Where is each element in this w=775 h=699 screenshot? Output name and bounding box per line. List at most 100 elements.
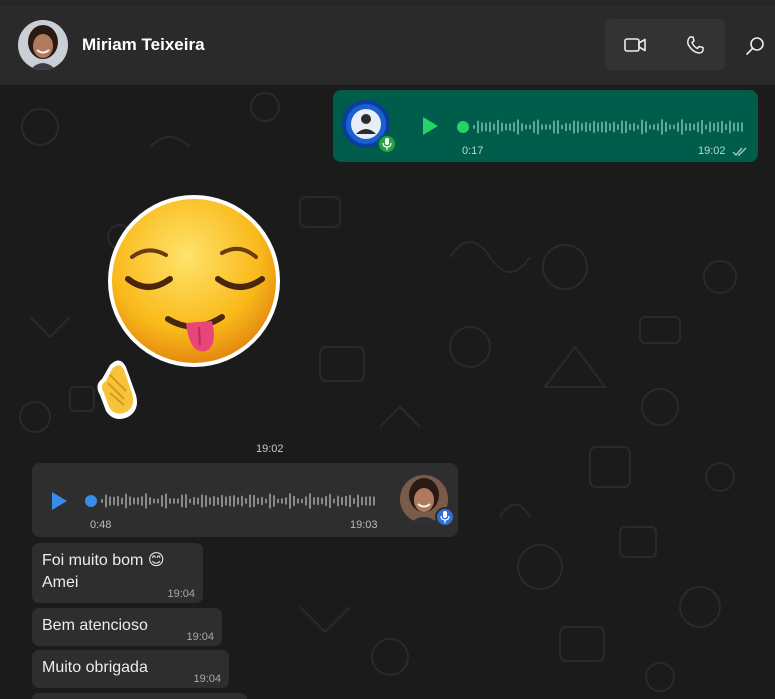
waveform-bar xyxy=(137,497,139,505)
waveform-bar xyxy=(361,496,363,506)
waveform-bar xyxy=(513,122,515,132)
waveform-bar xyxy=(105,494,107,508)
waveform-bar xyxy=(221,494,223,508)
waveform-bar xyxy=(477,120,479,134)
video-call-button[interactable] xyxy=(605,19,665,70)
waveform-bar xyxy=(681,119,683,135)
incoming-text-message[interactable]: Muito obrigada 19:04 xyxy=(32,650,229,688)
waveform-bar xyxy=(537,119,539,135)
emoji-sticker[interactable] xyxy=(82,195,282,435)
waveform-bar xyxy=(261,496,263,506)
waveform-bar xyxy=(193,496,195,506)
video-camera-icon xyxy=(624,37,646,52)
waveform-bar xyxy=(245,497,247,505)
waveform-bar xyxy=(501,122,503,132)
incoming-text-message[interactable]: Foi muito bom 😊 Amei 19:04 xyxy=(32,543,203,603)
waveform-bar xyxy=(721,120,723,134)
waveform-bar xyxy=(129,496,131,506)
waveform-bar xyxy=(529,124,531,130)
waveform-bar xyxy=(625,120,627,134)
waveform-bar xyxy=(593,120,595,134)
waveform-bar xyxy=(621,120,623,134)
waveform-bar xyxy=(725,123,727,131)
waveform-bar xyxy=(717,121,719,133)
waveform-bar xyxy=(153,498,155,504)
waveform-bar xyxy=(533,121,535,133)
waveform-bar xyxy=(173,498,175,504)
waveform-bar xyxy=(649,124,651,130)
audio-duration: 0:17 xyxy=(462,145,484,157)
play-button[interactable] xyxy=(47,489,71,513)
waveform-bar xyxy=(321,497,323,505)
message-time: 19:04 xyxy=(167,588,195,600)
microphone-icon xyxy=(440,511,450,523)
waveform-bar xyxy=(673,124,675,130)
chat-area[interactable]: 0:17 19:02 19:02 0:48 19:03 Foi muito bo… xyxy=(0,87,775,699)
waveform-bar xyxy=(561,124,563,130)
waveform-bar xyxy=(709,121,711,133)
double-check-icon xyxy=(732,147,747,157)
waveform-progress-knob[interactable] xyxy=(85,495,97,507)
waveform-bar xyxy=(161,495,163,507)
waveform-bar xyxy=(505,123,507,131)
waveform-bar xyxy=(481,122,483,132)
waveform-bar xyxy=(337,495,339,507)
waveform-bar xyxy=(201,494,203,508)
audio-waveform[interactable] xyxy=(457,116,749,138)
waveform-bar xyxy=(273,495,275,507)
waveform-bar xyxy=(345,495,347,507)
waveform-bar xyxy=(109,496,111,506)
waveform-bar xyxy=(573,120,575,134)
incoming-text-message-partial[interactable] xyxy=(32,693,247,699)
contact-avatar[interactable] xyxy=(18,20,68,70)
waveform-bar xyxy=(665,121,667,133)
waveform-bar xyxy=(677,122,679,132)
waveform-bar xyxy=(265,498,267,504)
outgoing-audio-message[interactable]: 0:17 19:02 xyxy=(333,90,758,162)
waveform-bar xyxy=(157,498,159,504)
waveform-bar xyxy=(589,123,591,131)
waveform-bar xyxy=(353,497,355,505)
waveform-bar xyxy=(713,122,715,132)
search-button[interactable] xyxy=(740,31,770,61)
play-button[interactable] xyxy=(418,114,442,138)
waveform-bar xyxy=(241,495,243,507)
waveform-bar xyxy=(557,120,559,134)
play-icon xyxy=(52,492,67,510)
waveform-bar xyxy=(329,493,331,509)
waveform-bar xyxy=(257,497,259,505)
waveform-bar xyxy=(617,123,619,131)
waveform-bar xyxy=(225,496,227,506)
waveform-bar xyxy=(565,122,567,132)
waveform-bar xyxy=(125,493,127,509)
voice-call-button[interactable] xyxy=(665,19,725,70)
waveform-bar xyxy=(185,494,187,508)
audio-waveform[interactable] xyxy=(85,490,380,512)
waveform-bar xyxy=(605,121,607,133)
play-icon xyxy=(423,117,438,135)
contact-name[interactable]: Miriam Teixeira xyxy=(82,35,205,55)
incoming-text-message[interactable]: Bem atencioso 19:04 xyxy=(32,608,222,646)
waveform-bar xyxy=(309,493,311,509)
microphone-badge xyxy=(377,134,397,154)
waveform-bar xyxy=(697,121,699,133)
waveform-bar xyxy=(293,495,295,507)
waveform-bar xyxy=(705,124,707,130)
waveform-bar xyxy=(341,496,343,506)
waveform-bar xyxy=(149,497,151,505)
message-time: 19:04 xyxy=(193,673,221,685)
waveform-progress-knob[interactable] xyxy=(457,121,469,133)
waveform-bar xyxy=(285,497,287,505)
waveform-bar xyxy=(133,497,135,505)
waveform-bar xyxy=(669,124,671,130)
waveform-bar xyxy=(497,119,499,135)
waveform-bar xyxy=(733,122,735,132)
waveform-bar xyxy=(541,124,543,130)
waveform-bar xyxy=(101,499,103,503)
message-time: 19:04 xyxy=(186,631,214,643)
incoming-audio-message[interactable]: 0:48 19:03 xyxy=(32,463,458,537)
waveform-bar xyxy=(169,498,171,504)
search-icon xyxy=(746,37,764,55)
waveform-bar xyxy=(145,493,147,509)
waveform-bar xyxy=(641,119,643,135)
